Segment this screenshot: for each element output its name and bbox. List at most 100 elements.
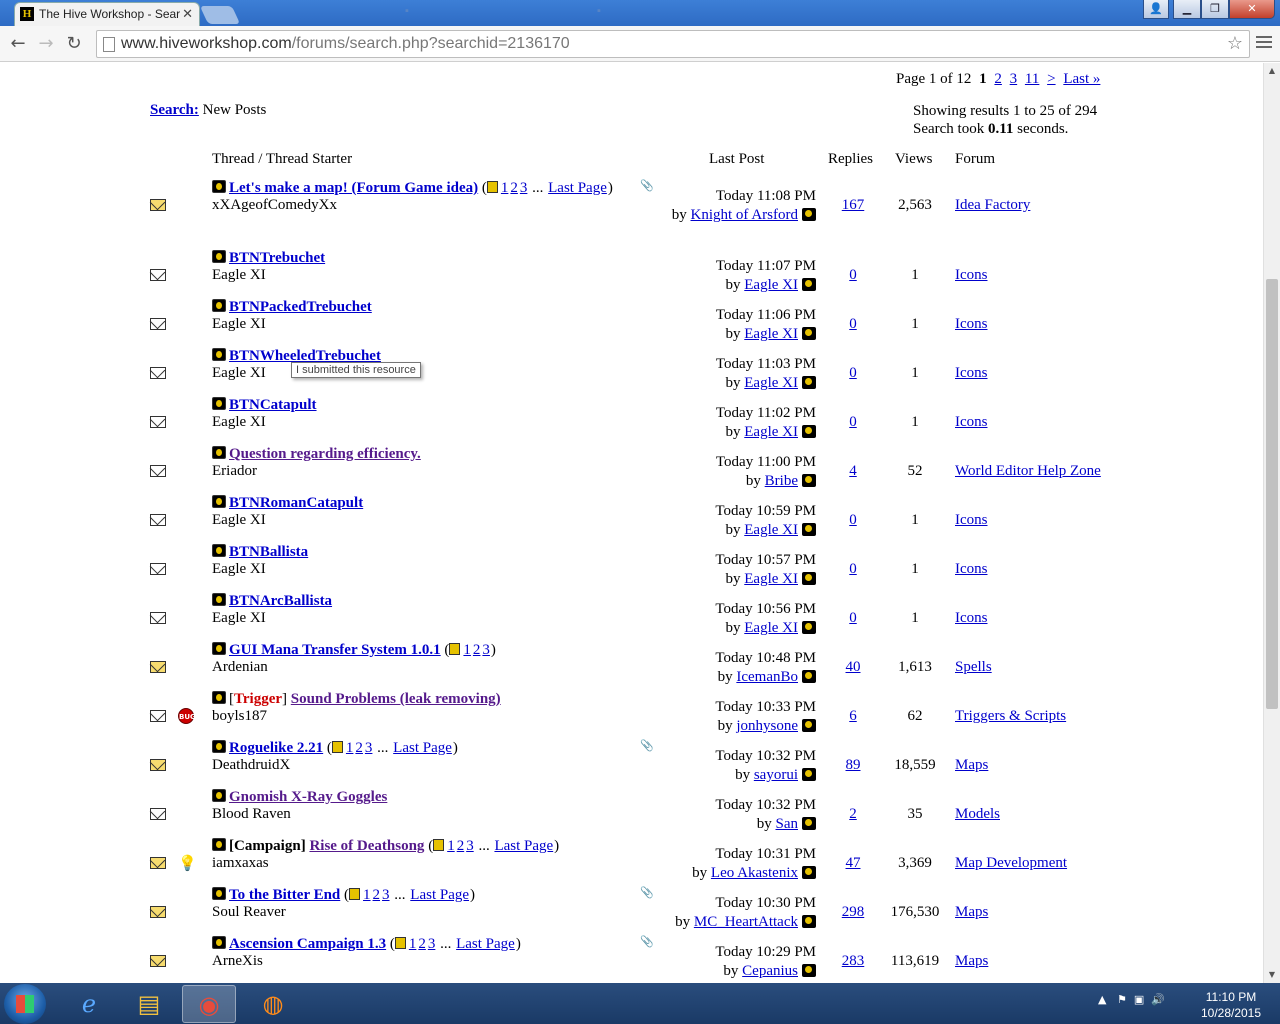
new-tab-button[interactable] (199, 6, 241, 24)
page-scrollbar[interactable]: ▲ ▼ (1263, 63, 1280, 983)
go-to-last-post-icon[interactable] (802, 376, 816, 389)
taskbar-clock[interactable]: 11:10 PM 10/28/2015 (1196, 989, 1266, 1021)
last-poster-link[interactable]: Bribe (765, 473, 798, 489)
replies-link[interactable]: 40 (846, 659, 861, 675)
forum-link[interactable]: Icons (955, 414, 988, 430)
forum-link[interactable]: Icons (955, 561, 988, 577)
thread-page-link[interactable]: 1 (346, 740, 354, 756)
go-first-unread-icon[interactable] (212, 593, 226, 606)
go-first-unread-icon[interactable] (212, 740, 226, 753)
thread-last-page-link[interactable]: Last Page (494, 838, 553, 854)
go-to-last-post-icon[interactable] (802, 278, 816, 291)
go-first-unread-icon[interactable] (212, 936, 226, 949)
go-first-unread-icon[interactable] (212, 838, 226, 851)
go-first-unread-icon[interactable] (212, 250, 226, 263)
thread-page-link[interactable]: 1 (447, 838, 455, 854)
tray-expand-icon[interactable]: ▲ (1098, 993, 1106, 1006)
thread-page-link[interactable]: 2 (418, 936, 426, 952)
chrome-taskbar-icon[interactable]: ◉ (182, 985, 236, 1023)
thread-title-link[interactable]: BTNBallista (229, 544, 308, 560)
thread-page-link[interactable]: 3 (520, 180, 528, 196)
thread-page-link[interactable]: 1 (501, 180, 509, 196)
search-link[interactable]: Search: (150, 102, 199, 118)
last-poster-link[interactable]: sayorui (754, 767, 798, 783)
forward-arrow-icon[interactable]: → (34, 32, 58, 56)
thread-page-link[interactable]: 2 (373, 887, 381, 903)
last-poster-link[interactable]: Eagle XI (744, 277, 798, 293)
thread-last-page-link[interactable]: Last Page (456, 936, 515, 952)
go-to-last-post-icon[interactable] (802, 425, 816, 438)
volume-icon[interactable]: 🔊 (1151, 993, 1165, 1006)
thread-title-link[interactable]: Let's make a map! (Forum Game idea) (229, 180, 478, 196)
restore-button[interactable]: ❐ (1201, 0, 1229, 19)
go-to-last-post-icon[interactable] (802, 964, 816, 977)
forum-link[interactable]: Idea Factory (955, 197, 1030, 213)
replies-link[interactable]: 6 (849, 708, 857, 724)
forum-link[interactable]: Maps (955, 904, 988, 920)
thread-page-link[interactable]: 2 (355, 740, 363, 756)
thread-page-link[interactable]: 2 (457, 838, 465, 854)
last-poster-link[interactable]: Eagle XI (744, 375, 798, 391)
forum-link[interactable]: Maps (955, 953, 988, 969)
page-link-3[interactable]: 3 (1010, 71, 1018, 87)
back-arrow-icon[interactable]: ← (6, 32, 30, 56)
last-poster-link[interactable]: Eagle XI (744, 522, 798, 538)
go-first-unread-icon[interactable] (212, 642, 226, 655)
forum-link[interactable]: Icons (955, 365, 988, 381)
replies-link[interactable]: 2 (849, 806, 857, 822)
go-first-unread-icon[interactable] (212, 887, 226, 900)
scroll-thumb[interactable] (1266, 279, 1278, 709)
go-to-last-post-icon[interactable] (802, 327, 816, 340)
forum-link[interactable]: Models (955, 806, 1000, 822)
go-first-unread-icon[interactable] (212, 691, 226, 704)
forum-link[interactable]: Icons (955, 512, 988, 528)
forum-link[interactable]: Icons (955, 316, 988, 332)
replies-link[interactable]: 47 (846, 855, 861, 871)
go-to-last-post-icon[interactable] (802, 817, 816, 830)
page-link-2[interactable]: 2 (994, 71, 1002, 87)
address-bar[interactable]: www.hiveworkshop.com/forums/search.php?s… (96, 30, 1250, 58)
firefox-icon[interactable]: ◍ (246, 985, 300, 1023)
thread-page-link[interactable]: 3 (482, 642, 490, 658)
thread-title-link[interactable]: Gnomish X-Ray Goggles (229, 789, 387, 805)
go-to-last-post-icon[interactable] (802, 523, 816, 536)
chrome-menu-icon[interactable] (1256, 33, 1272, 51)
user-profile-button[interactable]: 👤 (1143, 0, 1169, 19)
last-poster-link[interactable]: Leo Akastenix (711, 865, 798, 881)
scroll-down-arrow-icon[interactable]: ▼ (1264, 967, 1280, 983)
last-poster-link[interactable]: Eagle XI (744, 326, 798, 342)
last-poster-link[interactable]: Eagle XI (744, 571, 798, 587)
thread-page-link[interactable]: 3 (466, 838, 474, 854)
column-header-last-post[interactable]: Last Post (709, 151, 764, 168)
go-first-unread-icon[interactable] (212, 348, 226, 361)
thread-title-link[interactable]: To the Bitter End (229, 887, 340, 903)
thread-title-link[interactable]: Rise of Deathsong (309, 838, 424, 854)
forum-link[interactable]: Spells (955, 659, 992, 675)
last-poster-link[interactable]: IcemanBo (736, 669, 798, 685)
last-poster-link[interactable]: San (776, 816, 799, 832)
go-to-last-post-icon[interactable] (802, 915, 816, 928)
thread-title-link[interactable]: Ascension Campaign 1.3 (229, 936, 386, 952)
file-explorer-icon[interactable]: ▤ (122, 985, 176, 1023)
forum-link[interactable]: World Editor Help Zone (955, 463, 1101, 479)
replies-link[interactable]: 0 (849, 610, 857, 626)
tab-close-icon[interactable]: ✕ (182, 6, 193, 22)
column-header-thread[interactable]: Thread / Thread Starter (212, 151, 352, 168)
go-to-last-post-icon[interactable] (802, 670, 816, 683)
thread-title-link[interactable]: Roguelike 2.21 (229, 740, 323, 756)
replies-link[interactable]: 0 (849, 561, 857, 577)
last-poster-link[interactable]: Cepanius (742, 963, 798, 979)
last-poster-link[interactable]: Eagle XI (744, 620, 798, 636)
go-first-unread-icon[interactable] (212, 446, 226, 459)
network-icon[interactable]: ▣ (1134, 993, 1144, 1006)
go-to-last-post-icon[interactable] (802, 621, 816, 634)
replies-link[interactable]: 0 (849, 316, 857, 332)
column-header-views[interactable]: Views (895, 151, 932, 168)
thread-page-link[interactable]: 3 (365, 740, 373, 756)
go-to-last-post-icon[interactable] (802, 768, 816, 781)
thread-page-link[interactable]: 1 (363, 887, 371, 903)
replies-link[interactable]: 0 (849, 267, 857, 283)
last-page-link[interactable]: Last » (1063, 71, 1100, 87)
thread-title-link[interactable]: BTNTrebuchet (229, 250, 325, 266)
replies-link[interactable]: 298 (842, 904, 865, 920)
